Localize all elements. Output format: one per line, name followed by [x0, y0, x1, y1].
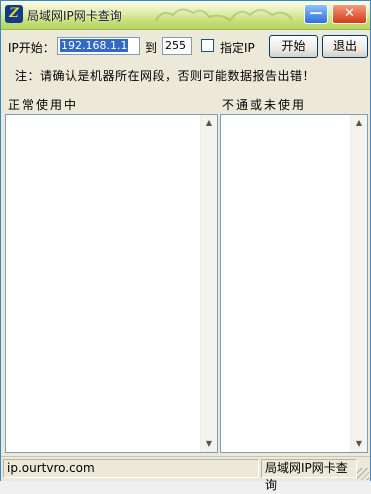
ip-start-value: 192.168.1.1 — [60, 39, 129, 52]
app-window: Z 局域网IP网卡查询 — ✕ IP开始： 192.168.1.1 到 255 … — [0, 0, 371, 492]
in-use-list-label: 正常使用中 — [8, 98, 79, 112]
ip-start-label: IP开始： — [8, 41, 55, 55]
app-logo-icon: Z — [5, 5, 23, 23]
title-bar[interactable]: Z 局域网IP网卡查询 — ✕ — [1, 1, 370, 30]
close-button[interactable]: ✕ — [332, 4, 367, 24]
exit-button[interactable]: 退出 — [322, 35, 368, 58]
window-title: 局域网IP网卡查询 — [27, 9, 122, 23]
to-label: 到 — [145, 41, 158, 55]
scroll-up-icon[interactable]: ▲ — [201, 115, 217, 131]
scroll-up-icon[interactable]: ▲ — [351, 115, 367, 131]
specify-ip-checkbox[interactable] — [201, 39, 214, 52]
scroll-down-icon[interactable]: ▼ — [351, 436, 367, 452]
cloud-decoration-icon — [230, 9, 293, 20]
ip-end-input[interactable]: 255 — [162, 37, 192, 55]
start-button[interactable]: 开始 — [269, 35, 318, 58]
scroll-down-icon[interactable]: ▼ — [201, 436, 217, 452]
in-use-listbox[interactable]: ▲ ▼ — [5, 114, 218, 453]
warning-note: 注：请确认是机器所在网段，否则可能数据报告出错！ — [15, 69, 316, 83]
unused-listbox[interactable]: ▲ ▼ — [220, 114, 368, 453]
ip-start-input[interactable]: 192.168.1.1 — [57, 37, 140, 55]
resize-grip-icon[interactable] — [357, 468, 369, 480]
status-app-name: 局域网IP网卡查询 — [261, 459, 357, 492]
minimize-button[interactable]: — — [304, 4, 328, 24]
unused-list-label: 不通或未使用 — [222, 98, 307, 112]
in-use-scrollbar[interactable]: ▲ ▼ — [200, 115, 217, 452]
specify-ip-label[interactable]: 指定IP — [220, 39, 255, 56]
status-website: ip.ourtvro.com — [3, 459, 259, 478]
status-bar: ip.ourtvro.com 局域网IP网卡查询 — [1, 456, 370, 492]
unused-scrollbar[interactable]: ▲ ▼ — [350, 115, 367, 452]
